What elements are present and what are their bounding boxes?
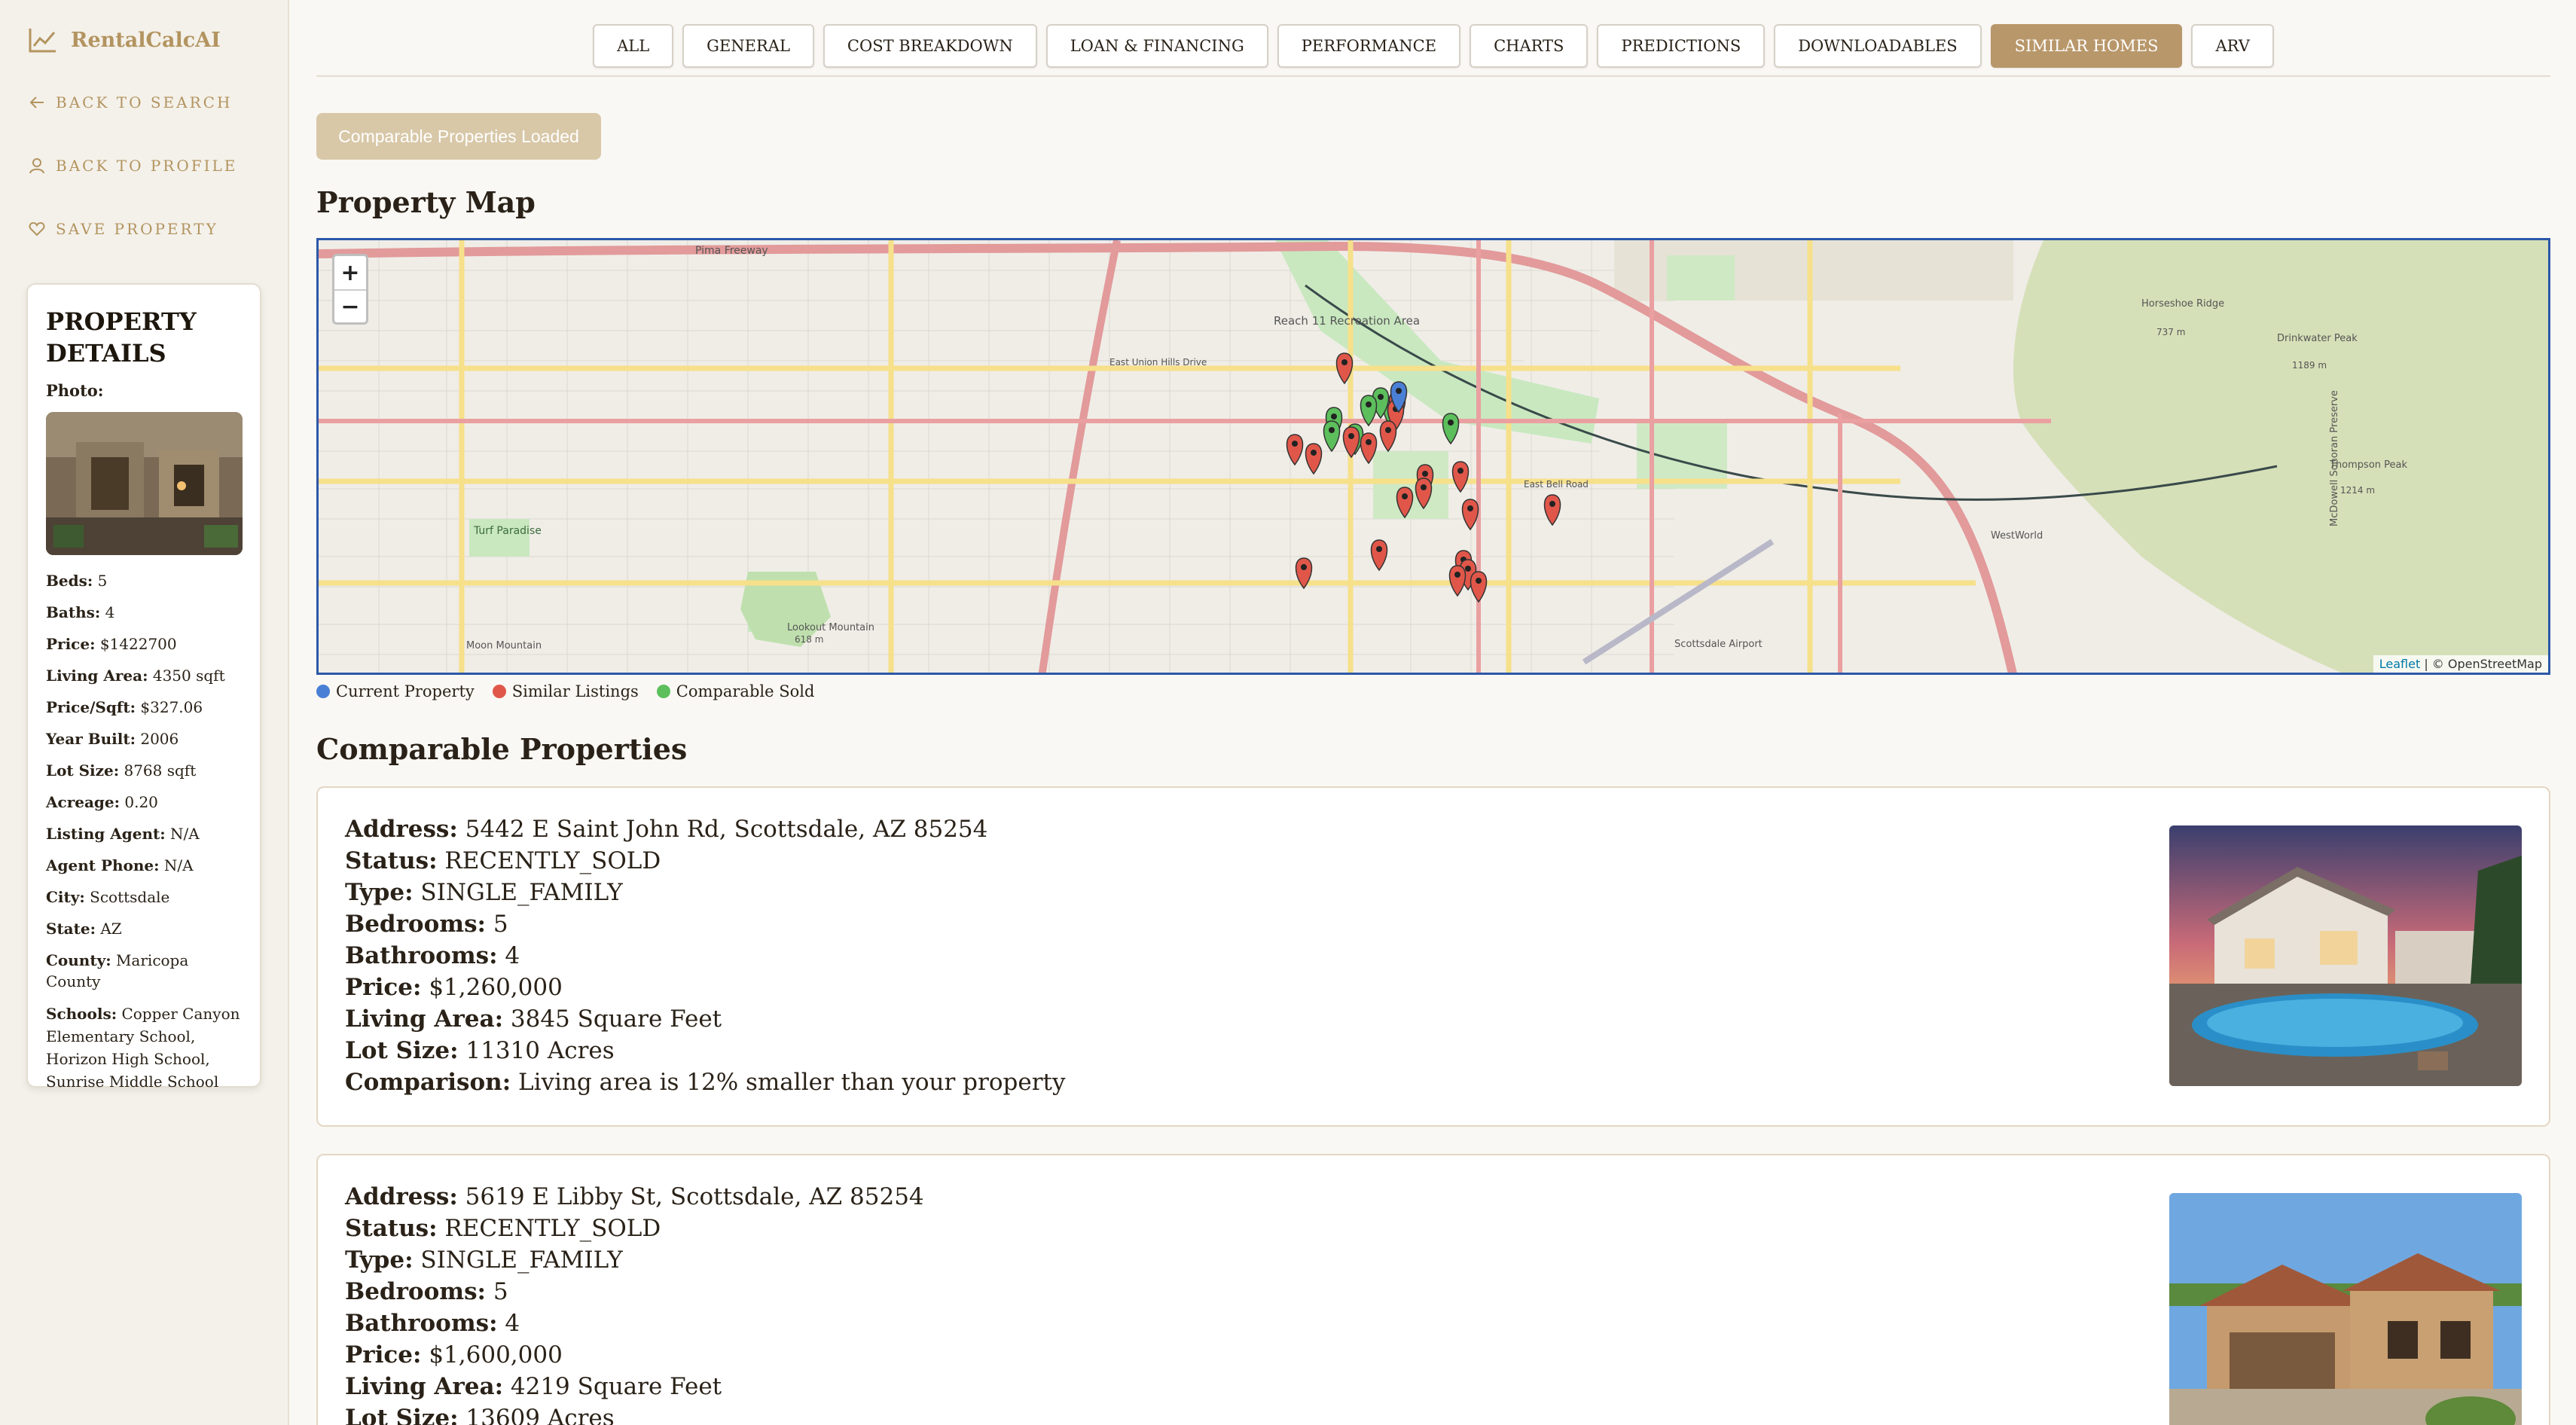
legend-comparable-sold: Comparable Sold bbox=[656, 682, 815, 700]
legend-current-label: Current Property bbox=[336, 682, 475, 700]
map-label-thompson-peak: Thompson Peak bbox=[2329, 459, 2407, 471]
comparables-title: Comparable Properties bbox=[316, 732, 688, 766]
detail-state: State: AZ bbox=[46, 920, 122, 938]
sidebar: RentalCalcAI BACK TO SEARCH BACK TO PROF… bbox=[0, 0, 289, 1425]
map-legend: Current Property Similar Listings Compar… bbox=[316, 682, 814, 700]
map-label-bell-road: East Bell Road bbox=[1524, 479, 1589, 490]
zoom-out-button[interactable]: − bbox=[334, 289, 366, 322]
heart-icon bbox=[29, 221, 45, 236]
tab-similar-homes[interactable]: SIMILAR HOMES bbox=[1990, 24, 2183, 68]
green-dot-icon bbox=[656, 685, 670, 698]
brand-name: RentalCalcAI bbox=[71, 28, 221, 52]
comparable-photo bbox=[2169, 825, 2522, 1086]
map-label-horseshoe-elevation: 737 m bbox=[2156, 327, 2185, 337]
map-label-pima-freeway: Pima Freeway bbox=[695, 245, 768, 257]
detail-year-built: Year Built: 2006 bbox=[46, 730, 179, 748]
red-dot-icon bbox=[492, 685, 506, 698]
detail-price-sqft: Price/Sqft: $327.06 bbox=[46, 698, 203, 716]
comparable-photo bbox=[2169, 1193, 2522, 1425]
detail-baths: Baths: 4 bbox=[46, 603, 115, 621]
map-label-turf-paradise: Turf Paradise bbox=[473, 525, 542, 537]
map-label-drinkwater-peak: Drinkwater Peak bbox=[2277, 333, 2358, 344]
back-to-profile-label: BACK TO PROFILE bbox=[56, 157, 238, 175]
tab-predictions[interactable]: PREDICTIONS bbox=[1597, 24, 1766, 68]
tab-bar: ALL GENERAL COST BREAKDOWN LOAN & FINANC… bbox=[316, 24, 2550, 77]
leaflet-link[interactable]: Leaflet bbox=[2379, 657, 2420, 671]
map-attribution: Leaflet | © OpenStreetMap bbox=[2373, 655, 2548, 673]
map-label-horseshoe-ridge: Horseshoe Ridge bbox=[2141, 298, 2224, 310]
detail-county: County: Maricopa County bbox=[46, 951, 189, 990]
tab-performance[interactable]: PERFORMANCE bbox=[1277, 24, 1461, 68]
map-label-lookout-mountain: Lookout Mountain bbox=[787, 622, 874, 633]
back-to-search-label: BACK TO SEARCH bbox=[56, 93, 233, 111]
save-property-link[interactable]: SAVE PROPERTY bbox=[29, 220, 218, 238]
detail-beds: Beds: 5 bbox=[46, 572, 108, 590]
tab-charts[interactable]: CHARTS bbox=[1470, 24, 1589, 68]
detail-listing-agent: Listing Agent: N/A bbox=[46, 825, 200, 843]
save-property-label: SAVE PROPERTY bbox=[56, 220, 218, 238]
back-to-search-link[interactable]: BACK TO SEARCH bbox=[29, 93, 232, 111]
map-label-drinkwater-elevation: 1189 m bbox=[2292, 360, 2327, 371]
comparables-loaded-button[interactable]: Comparable Properties Loaded bbox=[316, 113, 601, 160]
tab-all[interactable]: ALL bbox=[593, 24, 674, 68]
tab-general[interactable]: GENERAL bbox=[682, 24, 814, 68]
tab-loan-financing[interactable]: LOAN & FINANCING bbox=[1045, 24, 1268, 68]
legend-similar-label: Similar Listings bbox=[511, 682, 639, 700]
detail-lot-size: Lot Size: 8768 sqft bbox=[46, 761, 197, 780]
detail-city: City: Scottsdale bbox=[46, 888, 170, 906]
property-details-title: PROPERTY DETAILS bbox=[46, 307, 197, 368]
comparable-card: Address: 5442 E Saint John Rd, Scottsdal… bbox=[316, 786, 2550, 1127]
map-label-mcdowell: McDowell Sonoran Preserve bbox=[2329, 390, 2340, 526]
main-content: ALL GENERAL COST BREAKDOWN LOAN & FINANC… bbox=[316, 0, 2550, 1425]
tab-downloadables[interactable]: DOWNLOADABLES bbox=[1774, 24, 1982, 68]
chart-line-icon bbox=[29, 29, 56, 53]
map-label-westworld: WestWorld bbox=[1991, 530, 2043, 542]
map-label-moon-mountain: Moon Mountain bbox=[466, 640, 542, 651]
back-to-profile-link[interactable]: BACK TO PROFILE bbox=[29, 157, 237, 175]
detail-price: Price: $1422700 bbox=[46, 635, 177, 653]
property-photo bbox=[46, 412, 243, 555]
map-label-lookout-elevation: 618 m bbox=[795, 634, 823, 645]
legend-current-property: Current Property bbox=[316, 682, 475, 700]
property-map[interactable]: Pima Freeway Reach 11 Recreation Area Ea… bbox=[316, 238, 2550, 675]
user-icon bbox=[29, 158, 44, 174]
zoom-control: + − bbox=[332, 254, 368, 325]
arrow-left-icon bbox=[29, 96, 44, 108]
photo-label: Photo: bbox=[46, 381, 104, 400]
legend-sold-label: Comparable Sold bbox=[676, 682, 815, 700]
map-label-union-hills: East Union Hills Drive bbox=[1109, 357, 1207, 368]
blue-dot-icon bbox=[316, 685, 330, 698]
comparable-card: Address: 5619 E Libby St, Scottsdale, AZ… bbox=[316, 1154, 2550, 1425]
tab-cost-breakdown[interactable]: COST BREAKDOWN bbox=[823, 24, 1037, 68]
property-detail-list: Beds: 5 Baths: 4 Price: $1422700 Living … bbox=[46, 570, 242, 1093]
brand[interactable]: RentalCalcAI bbox=[29, 27, 221, 53]
detail-schools: Schools: Copper Canyon Elementary School… bbox=[46, 1005, 240, 1091]
map-label-scottsdale-airport: Scottsdale Airport bbox=[1674, 639, 1763, 650]
map-title: Property Map bbox=[316, 185, 536, 219]
property-details-card: PROPERTY DETAILS Photo: Beds: 5 Baths: 4… bbox=[26, 283, 261, 1091]
map-label-thompson-elevation: 1214 m bbox=[2340, 485, 2375, 496]
detail-agent-phone: Agent Phone: N/A bbox=[46, 856, 194, 874]
tab-arv[interactable]: ARV bbox=[2191, 24, 2274, 68]
map-label-reach-11: Reach 11 Recreation Area bbox=[1274, 314, 1420, 328]
osm-attribution[interactable]: | © OpenStreetMap bbox=[2424, 657, 2542, 671]
detail-living-area: Living Area: 4350 sqft bbox=[46, 667, 225, 685]
detail-acreage: Acreage: 0.20 bbox=[46, 793, 158, 811]
legend-similar-listings: Similar Listings bbox=[492, 682, 639, 700]
zoom-in-button[interactable]: + bbox=[334, 256, 366, 289]
